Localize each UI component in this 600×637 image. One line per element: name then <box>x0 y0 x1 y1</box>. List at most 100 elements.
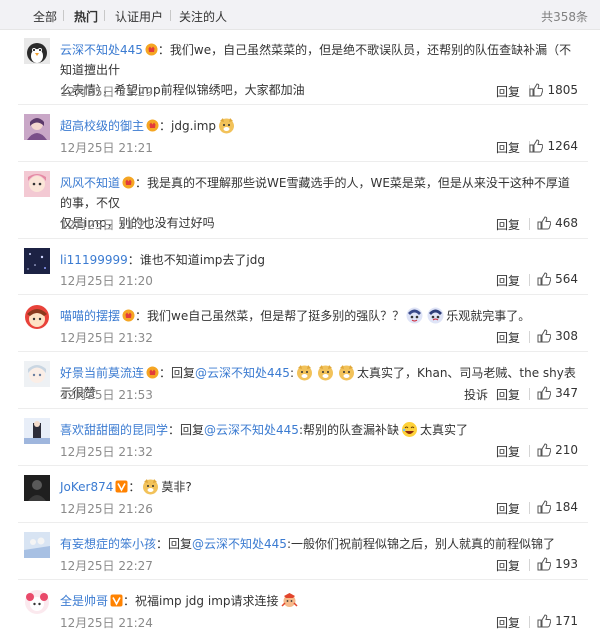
avatar[interactable] <box>24 304 50 330</box>
like-button[interactable]: 184 <box>537 500 578 514</box>
avatar[interactable] <box>24 114 50 140</box>
like-button[interactable]: 1264 <box>529 139 578 153</box>
like-count: 1264 <box>547 139 578 153</box>
like-button[interactable]: 171 <box>537 614 578 628</box>
comment-timestamp: 12月25日 21:32 <box>60 445 153 459</box>
thumbs-up-icon <box>537 216 552 230</box>
comment-body: ：我们we自己虽然菜，但是帮了挺多别的强队？？ <box>135 309 405 323</box>
verified-v-icon <box>110 593 123 607</box>
sticker-emoji-icon <box>406 307 423 324</box>
comment-username[interactable]: JoKer874 <box>60 480 113 494</box>
tab-all[interactable]: 全部 <box>33 8 57 25</box>
comment-username[interactable]: 云深不知处445 <box>60 43 143 57</box>
comment-timestamp: 12月25日 21:20 <box>60 274 153 288</box>
comment-divider <box>18 238 588 239</box>
reply-prefix: ：回复 <box>156 537 193 551</box>
avatar[interactable] <box>24 532 50 558</box>
comment-divider <box>18 161 588 162</box>
thumbs-up-icon <box>537 272 552 286</box>
comment-body: ：我是真的不理解那些说WE雪藏选手的人，WE菜是菜，但是从来没干这种不厚道的事，… <box>60 176 570 210</box>
tab-verified[interactable]: 认证用户 <box>115 8 163 25</box>
avatar[interactable] <box>24 171 50 197</box>
like-button[interactable]: 564 <box>537 272 578 286</box>
reply-button[interactable]: 回复 <box>496 272 520 289</box>
comment-username[interactable]: 喵喵的摆摆 <box>60 309 120 323</box>
comment-timestamp: 12月25日 21:24 <box>60 616 153 630</box>
doge-emoji-icon <box>338 364 355 381</box>
like-count: 193 <box>555 557 578 571</box>
mention-link[interactable]: @云深不知处445 <box>204 423 299 437</box>
comment-text: JoKer874 ： 莫非? <box>60 477 578 497</box>
comment-text: 超高校级的御主 ：jdg.imp <box>60 116 578 136</box>
avatar[interactable] <box>24 248 50 274</box>
avatar[interactable] <box>24 589 50 615</box>
vip-badge-icon <box>146 118 159 132</box>
comment-username[interactable]: 有妄想症的笨小孩 <box>60 537 156 551</box>
avatar[interactable] <box>24 38 50 64</box>
comment-username[interactable]: 超高校级的御主 <box>60 119 144 133</box>
like-count: 184 <box>555 500 578 514</box>
action-divider <box>529 616 530 628</box>
like-count: 210 <box>555 443 578 457</box>
reply-button[interactable]: 回复 <box>496 329 520 346</box>
sticker-emoji-icon <box>427 307 444 324</box>
comment-body-tail: 乐观就完事了。 <box>446 309 531 323</box>
vip-badge-icon <box>122 308 135 322</box>
comment-body: ：祝福imp jdg imp请求连接 <box>123 594 279 608</box>
reply-prefix: ：回复 <box>168 423 205 437</box>
reply-button[interactable]: 回复 <box>496 386 520 403</box>
verified-v-icon <box>115 479 128 493</box>
like-button[interactable]: 210 <box>537 443 578 457</box>
comment-username[interactable]: 全是帅哥 <box>60 594 108 608</box>
reply-button[interactable]: 回复 <box>496 443 520 460</box>
thumbs-up-icon <box>537 614 552 628</box>
tab-hot[interactable]: 热门 <box>74 8 98 25</box>
comment-timestamp: 12月25日 22:27 <box>60 559 153 573</box>
action-divider <box>529 388 530 400</box>
vip-badge-icon <box>122 175 135 189</box>
like-button[interactable]: 468 <box>537 216 578 230</box>
comment-body: :帮别的队查漏补缺 <box>298 423 399 437</box>
tab-following[interactable]: 关注的人 <box>179 8 227 25</box>
comment-timestamp: 12月25日 21:32 <box>60 331 153 345</box>
doge-emoji-icon <box>296 364 313 381</box>
reply-button[interactable]: 回复 <box>496 500 520 517</box>
like-count: 564 <box>555 272 578 286</box>
reply-button[interactable]: 回复 <box>496 83 520 100</box>
colon: ： <box>128 480 141 494</box>
thumbs-up-icon <box>537 443 552 457</box>
avatar[interactable] <box>24 418 50 444</box>
comment-divider <box>18 579 588 580</box>
mention-link[interactable]: @云深不知处445 <box>192 537 287 551</box>
tab-divider <box>170 10 171 21</box>
comment-username[interactable]: 风风不知道 <box>60 176 120 190</box>
comment-timestamp: 12月25日 21:29 <box>60 85 153 99</box>
like-button[interactable]: 308 <box>537 329 578 343</box>
tab-divider <box>63 10 64 21</box>
thumbs-up-icon <box>537 500 552 514</box>
comment-divider <box>18 465 588 466</box>
like-button[interactable]: 347 <box>537 386 578 400</box>
reply-button[interactable]: 回复 <box>496 139 520 156</box>
colon: : <box>289 366 294 380</box>
avatar[interactable] <box>24 361 50 387</box>
reply-button[interactable]: 回复 <box>496 557 520 574</box>
like-count: 468 <box>555 216 578 230</box>
like-button[interactable]: 1805 <box>529 83 578 97</box>
tab-divider <box>104 10 105 21</box>
laughing-emoji-icon <box>401 421 418 438</box>
comment-username[interactable]: 喜欢甜甜圈的昆同学 <box>60 423 168 437</box>
comment-body: ：jdg.imp <box>159 119 217 133</box>
report-button[interactable]: 投诉 <box>464 386 488 403</box>
comment-filter-bar: 全部 热门 认证用户 关注的人 共358条 <box>0 0 600 30</box>
reply-button[interactable]: 回复 <box>496 614 520 631</box>
avatar[interactable] <box>24 475 50 501</box>
comment-username[interactable]: li11199999 <box>60 253 128 267</box>
like-button[interactable]: 193 <box>537 557 578 571</box>
comment-username[interactable]: 好景当前莫流连 <box>60 366 144 380</box>
mention-link[interactable]: @云深不知处445 <box>195 366 290 380</box>
comment-timestamp: 12月25日 21:21 <box>60 218 153 232</box>
reply-button[interactable]: 回复 <box>496 216 520 233</box>
action-divider <box>529 331 530 343</box>
doge-emoji-icon <box>317 364 334 381</box>
